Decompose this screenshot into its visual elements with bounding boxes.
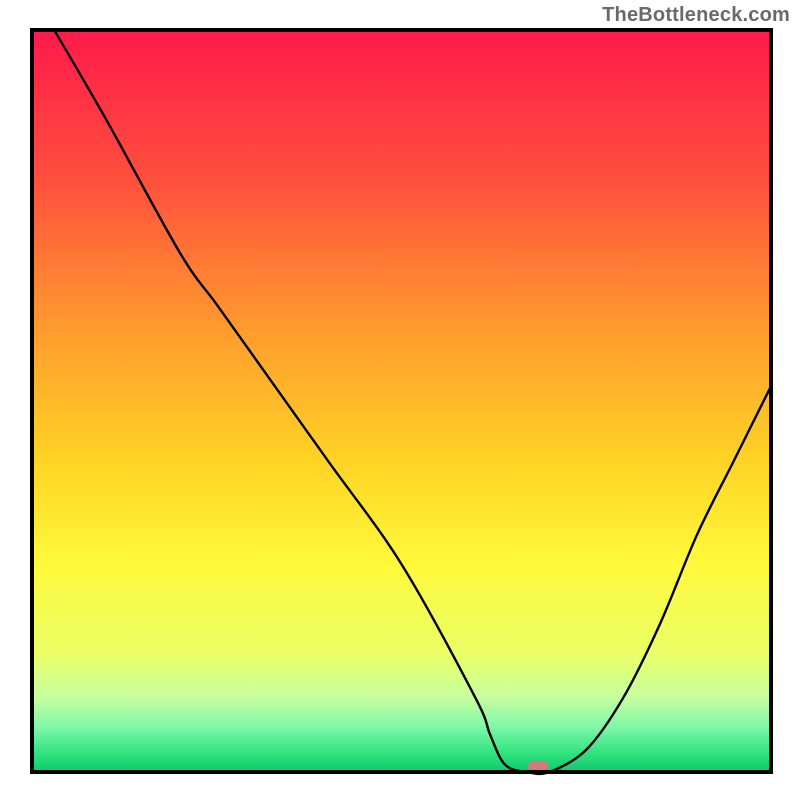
chart-container: TheBottleneck.com — [0, 0, 800, 800]
bottleneck-chart — [0, 0, 800, 800]
